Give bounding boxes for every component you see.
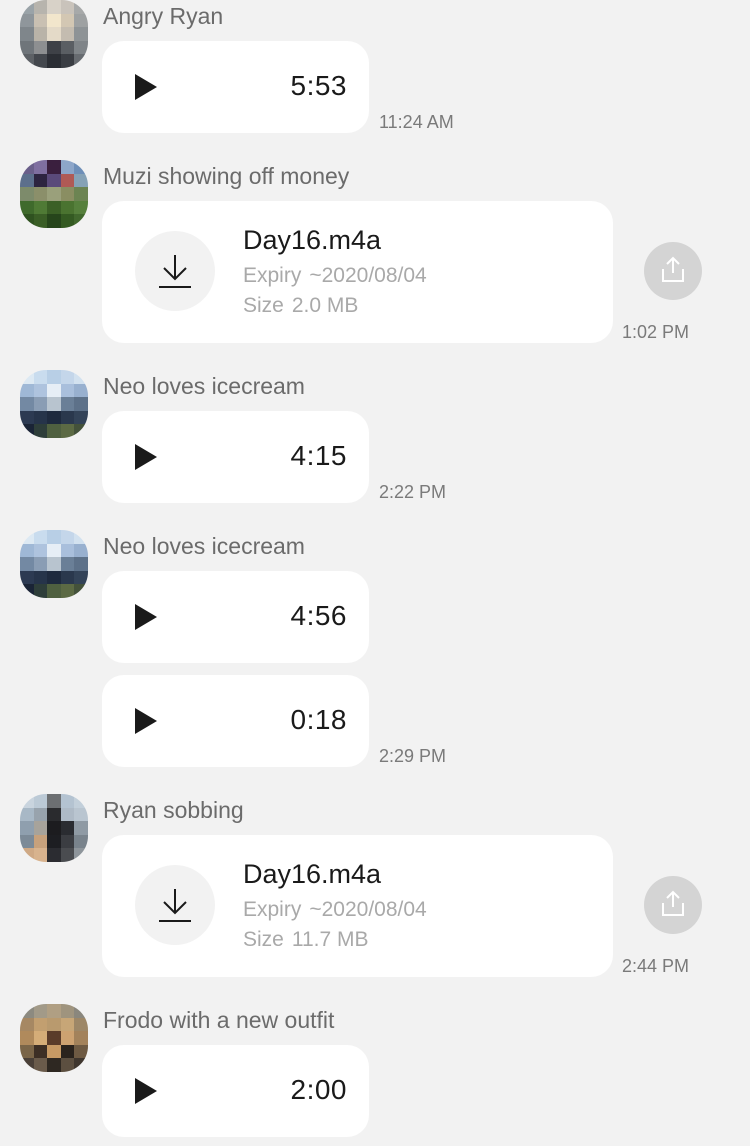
file-expiry: Expiry ~2020/08/04 <box>243 263 427 289</box>
expiry-label: Expiry <box>243 898 302 921</box>
message-timestamp: 2:44 PM <box>622 956 690 976</box>
file-size: Size 11.7 MB <box>243 927 369 953</box>
file-expiry: Expiry ~2020/08/04 <box>243 897 427 923</box>
expiry-value: ~2020/08/04 <box>309 264 427 287</box>
message-timestamp: 2:22 PM <box>379 482 447 502</box>
share-icon <box>662 256 684 282</box>
play-icon[interactable] <box>135 74 157 100</box>
voice-message-bubble[interactable]: 4:56 <box>102 571 369 663</box>
sender-name: Frodo with a new outfit <box>103 1007 335 1033</box>
voice-duration: 4:56 <box>290 600 347 631</box>
voice-message-bubble[interactable]: 0:18 <box>102 675 369 767</box>
voice-message-bubble[interactable]: 2:00 <box>102 1045 369 1137</box>
avatar[interactable] <box>20 530 88 598</box>
expiry-label: Expiry <box>243 264 302 287</box>
avatar[interactable] <box>20 370 88 438</box>
sender-name: Muzi showing off money <box>103 163 350 189</box>
share-icon <box>662 890 684 916</box>
file-name: Day16.m4a <box>243 859 382 889</box>
download-icon <box>159 889 191 922</box>
size-label: Size <box>243 294 284 317</box>
sender-name: Ryan sobbing <box>103 797 244 823</box>
download-button[interactable] <box>135 231 215 311</box>
voice-message-bubble[interactable]: 5:53 <box>102 41 369 133</box>
download-icon <box>159 255 191 288</box>
voice-message-bubble[interactable]: 4:15 <box>102 411 369 503</box>
voice-duration: 2:00 <box>290 1074 347 1105</box>
size-value: 11.7 MB <box>291 928 369 951</box>
avatar[interactable] <box>20 794 88 862</box>
voice-duration: 5:53 <box>290 70 347 101</box>
file-message-bubble[interactable]: Day16.m4a Expiry ~2020/08/04 Size 2.0 MB <box>102 201 613 343</box>
voice-duration: 0:18 <box>290 704 347 735</box>
avatar[interactable] <box>20 1004 88 1072</box>
share-button[interactable] <box>644 242 702 300</box>
file-name: Day16.m4a <box>243 225 382 255</box>
sender-name: Neo loves icecream <box>103 533 305 559</box>
message-timestamp: 11:24 AM <box>379 112 454 132</box>
message-timestamp: 2:29 PM <box>379 746 447 766</box>
expiry-value: ~2020/08/04 <box>309 898 427 921</box>
play-icon[interactable] <box>135 604 157 630</box>
file-size: Size 2.0 MB <box>243 293 358 319</box>
voice-duration: 4:15 <box>290 440 347 471</box>
size-label: Size <box>243 928 284 951</box>
play-icon[interactable] <box>135 1078 157 1104</box>
play-icon[interactable] <box>135 708 157 734</box>
size-value: 2.0 MB <box>291 294 359 317</box>
download-button[interactable] <box>135 865 215 945</box>
play-icon[interactable] <box>135 444 157 470</box>
avatar[interactable] <box>20 0 88 68</box>
share-button[interactable] <box>644 876 702 934</box>
sender-name: Neo loves icecream <box>103 373 305 399</box>
message-timestamp: 1:02 PM <box>622 322 690 342</box>
sender-name: Angry Ryan <box>103 3 224 29</box>
avatar[interactable] <box>20 160 88 228</box>
file-message-bubble[interactable]: Day16.m4a Expiry ~2020/08/04 Size 11.7 MB <box>102 835 613 977</box>
